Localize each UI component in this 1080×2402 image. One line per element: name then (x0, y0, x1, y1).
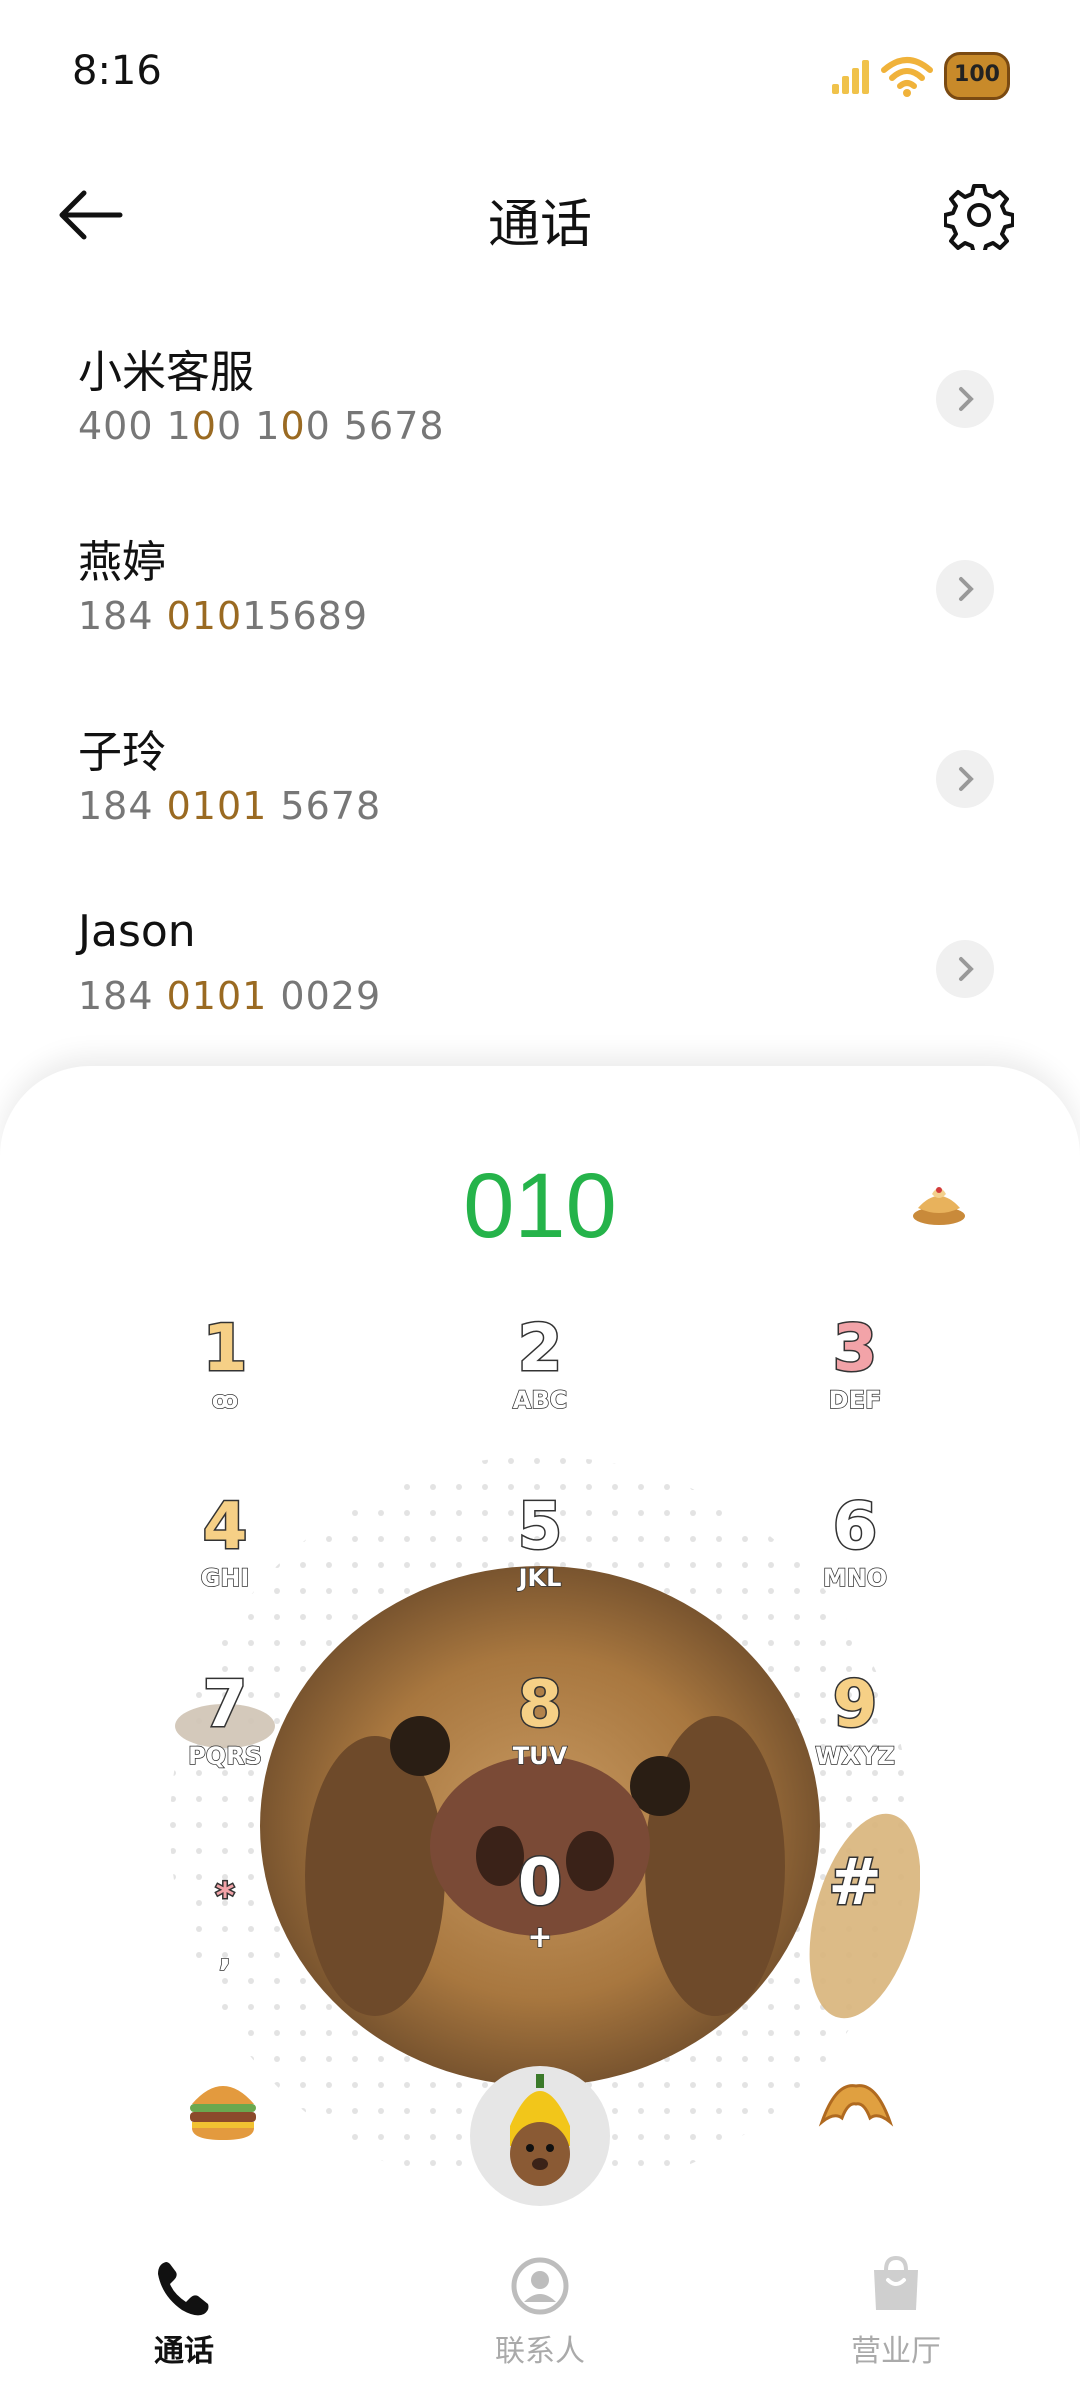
contact-number: 184 01015689 (78, 594, 369, 638)
key-6[interactable]: 6 MNO (775, 1491, 935, 1593)
contact-number: 184 0101 0029 (78, 974, 382, 1018)
contact-detail-button[interactable] (936, 370, 994, 428)
signal-icon (832, 58, 874, 94)
call-button[interactable] (470, 2066, 610, 2206)
battery-indicator: 100 (944, 52, 1010, 100)
key-5[interactable]: 5 JKL (460, 1491, 620, 1593)
contact-row[interactable]: 子玲 184 0101 5678 (0, 680, 1080, 870)
burger-icon[interactable] (184, 2074, 262, 2144)
croissant-icon[interactable] (816, 2072, 896, 2144)
contact-name: 小米客服 (78, 347, 254, 398)
contact-row[interactable]: 燕婷 184 01015689 (0, 490, 1080, 680)
tab-label: 联系人 (495, 2334, 585, 2369)
contact-detail-button[interactable] (936, 560, 994, 618)
phone-icon (158, 2262, 209, 2316)
tab-label: 通话 (154, 2334, 214, 2369)
tab-store[interactable]: 营业厅 (746, 2226, 1046, 2402)
voicemail-icon: ꝏ (211, 1385, 239, 1415)
store-bag-icon (874, 2255, 918, 2310)
status-time: 8:16 (72, 48, 162, 94)
key-8[interactable]: 8 TUV (460, 1669, 620, 1771)
bottom-tab-bar: 通话 联系人 营业厅 (0, 2226, 1080, 2402)
chevron-right-icon (959, 577, 974, 601)
contact-icon (511, 2257, 569, 2315)
wifi-icon (881, 57, 933, 97)
tab-contacts[interactable]: 联系人 (390, 2226, 690, 2402)
key-0[interactable]: 0 + (460, 1847, 620, 1956)
chevron-right-icon (959, 387, 974, 411)
contact-number: 184 0101 5678 (78, 784, 382, 828)
key-4[interactable]: 4 GHI (145, 1491, 305, 1593)
tab-label: 营业厅 (851, 2334, 941, 2369)
top-app-bar: 通话 (0, 160, 1080, 270)
key-1[interactable]: 1 ꝏ (145, 1313, 305, 1415)
contact-row[interactable]: Jason 184 0101 0029 (0, 870, 1080, 1060)
gear-icon[interactable] (944, 180, 1014, 250)
contact-name: 子玲 (78, 727, 166, 778)
dialer-panel: 010 1 ꝏ 2 ABC 3 DEF 4 GHI 5 JKL 6 MNO 7 … (0, 1066, 1080, 2226)
chevron-right-icon (959, 767, 974, 791)
contact-detail-button[interactable] (936, 940, 994, 998)
page-title: 通话 (487, 195, 592, 255)
cake-icon[interactable] (910, 1178, 968, 1228)
key-7[interactable]: 7 PQRS (145, 1669, 305, 1771)
contact-number: 400 100 100 5678 (78, 404, 445, 448)
key-2[interactable]: 2 ABC (460, 1313, 620, 1415)
contact-name: Jason (78, 906, 196, 957)
key-3[interactable]: 3 DEF (775, 1313, 935, 1415)
chevron-right-icon (959, 957, 974, 981)
key-star[interactable]: * , (145, 1862, 305, 1975)
tab-calls[interactable]: 通话 (34, 2226, 334, 2402)
key-hash[interactable]: # (775, 1847, 935, 1920)
key-9[interactable]: 9 WXYZ (775, 1669, 935, 1771)
contact-detail-button[interactable] (936, 750, 994, 808)
contact-name: 燕婷 (78, 537, 166, 588)
call-avatar-icon (510, 2074, 570, 2186)
status-bar: 8:16 100 (0, 0, 1080, 150)
contact-row[interactable]: 小米客服 400 100 100 5678 (0, 300, 1080, 490)
